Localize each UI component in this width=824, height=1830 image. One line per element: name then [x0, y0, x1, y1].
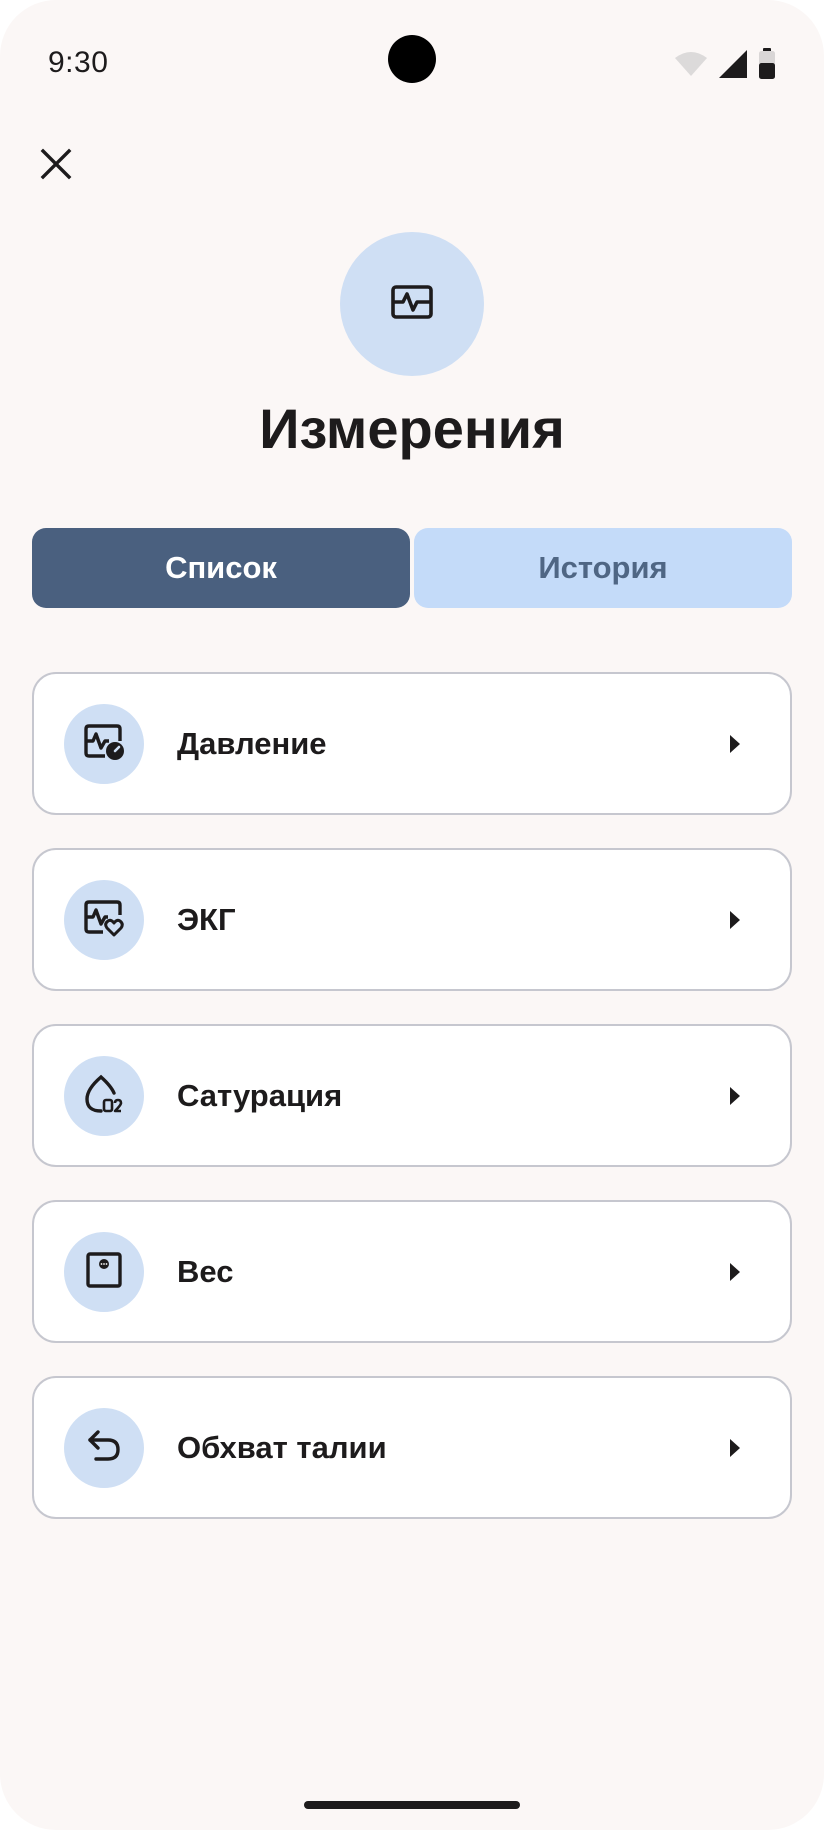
oxygen-drop-icon	[83, 1073, 125, 1120]
item-label: Вес	[177, 1253, 234, 1289]
item-label: ЭКГ	[177, 901, 236, 937]
item-icon-container	[64, 1056, 144, 1136]
tab-list[interactable]: Список	[32, 528, 410, 608]
item-label: Обхват талии	[177, 1429, 387, 1465]
close-icon	[40, 148, 72, 185]
list-item-waist[interactable]: Обхват талии	[32, 1376, 792, 1519]
wifi-icon	[674, 51, 708, 82]
ecg-heart-icon	[83, 899, 125, 942]
chevron-right-icon	[728, 1085, 742, 1107]
status-icons	[674, 48, 776, 85]
status-bar: 9:30	[0, 0, 824, 130]
chevron-right-icon	[728, 1261, 742, 1283]
page-title: Измерения	[259, 397, 565, 460]
chevron-right-icon	[728, 909, 742, 931]
list-item-pressure[interactable]: Давление	[32, 672, 792, 815]
chevron-right-icon	[728, 1437, 742, 1459]
gesture-bar[interactable]	[304, 1801, 520, 1809]
item-label: Давление	[177, 725, 327, 761]
list-item-ecg[interactable]: ЭКГ	[32, 848, 792, 991]
scale-icon	[85, 1251, 123, 1294]
battery-icon	[758, 48, 776, 85]
list-item-weight[interactable]: Вес	[32, 1200, 792, 1343]
measurement-list: Давление ЭКГ Сатурация Вес Обхват талии	[32, 672, 792, 1552]
item-label: Сатурация	[177, 1077, 343, 1113]
item-icon-container	[64, 1408, 144, 1488]
signal-icon	[718, 49, 748, 84]
measurements-icon	[390, 284, 434, 325]
header-avatar	[340, 232, 484, 376]
tab-bar: Список История	[32, 528, 792, 608]
list-item-saturation[interactable]: Сатурация	[32, 1024, 792, 1167]
camera-cutout	[388, 35, 436, 83]
chevron-right-icon	[728, 733, 742, 755]
tab-history[interactable]: История	[414, 528, 792, 608]
undo-arrow-icon	[86, 1429, 122, 1468]
item-icon-container	[64, 1232, 144, 1312]
item-icon-container	[64, 880, 144, 960]
blood-pressure-icon	[83, 723, 125, 766]
item-icon-container	[64, 704, 144, 784]
status-time: 9:30	[48, 46, 109, 79]
app-screen: 9:30 Измерения Список История Давление Э…	[0, 0, 824, 1830]
close-button[interactable]	[28, 138, 84, 194]
